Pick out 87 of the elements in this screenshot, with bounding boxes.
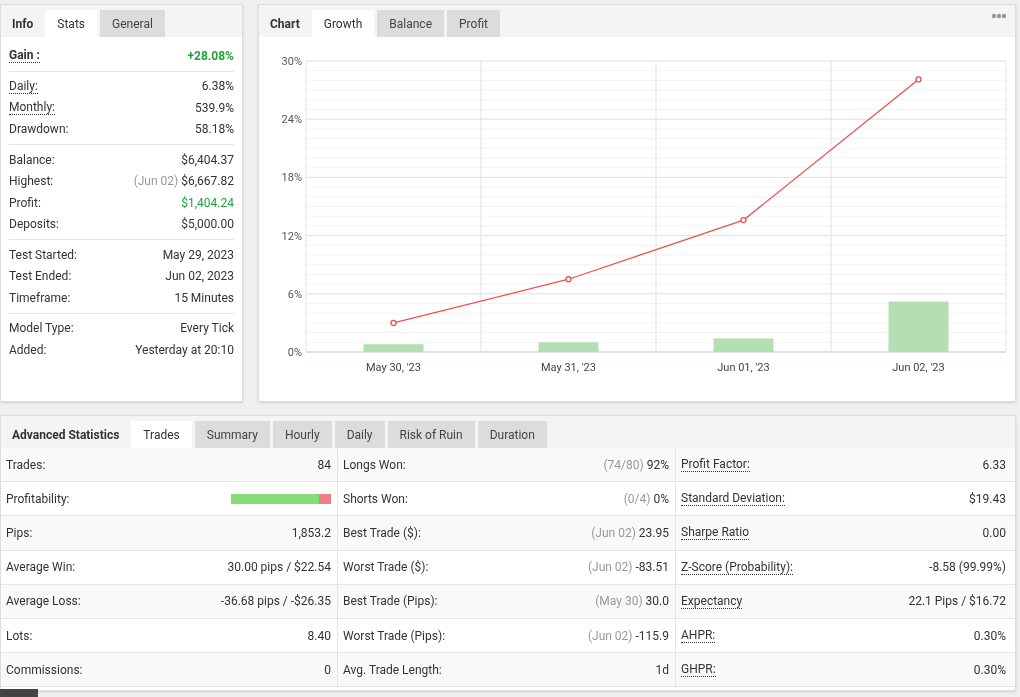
stat-label: Gain : [9,48,40,64]
stat-label: Balance: [9,151,55,169]
stat-value: 30.00 pips / $22.54 [227,559,331,577]
y-tick-label: 24% [281,113,302,127]
stat-value: Yesterday at 20:10 [135,341,234,359]
stat-value: -8.58 (99.99%) [929,559,1006,577]
stat-label: Model Type: [9,320,74,338]
stat-label: Profit Factor: [681,457,750,473]
date-note: (74/80) [603,456,644,474]
stat-label: Test Ended: [9,268,72,286]
stat-label: Shorts Won: [343,490,408,508]
panel-title: Chart [269,16,301,33]
stat-value: Jun 02, 2023 [165,268,234,286]
stat-value: 1,853.2 [291,524,331,542]
stat-label: Average Win: [6,559,76,577]
panel-title: Info [11,16,35,33]
stat-label: Profitability: [6,490,70,508]
stat-label: Longs Won: [343,456,406,474]
panel-title: Advanced Statistics [11,427,121,444]
stat-value: 0.30% [973,627,1006,645]
stat-value: 15 Minutes [174,289,234,307]
stat-label: Deposits: [9,216,59,234]
y-tick-label: 0% [287,346,302,359]
stat-value: -36.68 pips / -$26.35 [220,593,331,611]
date-note: (Jun 02) [587,627,633,645]
stat-value: 539.9% [195,99,234,117]
stat-value: $6,667.82 [181,173,234,191]
y-tick-label: 12% [281,229,302,243]
stat-value: +28.08% [187,47,234,65]
stat-label: Lots: [6,627,33,645]
stat-value: 0.30% [973,661,1006,679]
stat-label: Highest: [9,173,54,191]
stat-label: Added: [9,341,47,359]
stat-value: 8.40 [307,627,331,645]
date-note: (Jun 02) [587,559,633,577]
stat-label: Worst Trade ($): [343,559,429,577]
stat-label: Average Loss: [6,593,81,611]
stat-value: 58.18% [195,121,234,139]
stat-value: -83.51 [635,559,669,577]
stat-label: Commissions: [6,661,83,679]
stat-label: Daily: [9,78,38,94]
stat-label: Standard Deviation: [681,491,785,507]
stat-label: Avg. Trade Length: [343,661,442,679]
date-note: (Jun 02) [133,173,179,191]
y-tick-label: 18% [281,171,302,185]
x-tick-label: May 31, '23 [541,361,596,374]
x-tick-label: Jun 01, '23 [717,361,770,374]
stat-value: 0 [324,661,331,679]
stat-value: 0% [653,490,669,508]
stat-label: Trades: [6,456,46,474]
stat-label: Z-Score (Probability): [681,559,793,575]
date-note: (Jun 02) [591,524,636,542]
stat-label: Drawdown: [9,121,69,139]
y-tick-label: 30% [281,55,302,68]
stat-label: Timeframe: [9,289,71,307]
stat-value: $19.43 [969,490,1006,508]
stat-value: 22.1 Pips / $16.72 [908,593,1006,611]
stat-value: May 29, 2023 [162,246,234,264]
stat-value: 6.33 [982,456,1006,474]
stat-value: 1d [655,661,669,679]
stat-value: $5,000.00 [181,216,234,234]
x-tick-label: Jun 02, '23 [892,361,945,374]
stat-value: $6,404.37 [181,151,234,169]
stat-label: Pips: [6,524,33,542]
stat-value: 30.0 [645,593,669,611]
stat-value: 23.95 [638,524,669,542]
stat-value: 92% [646,456,669,474]
stat-label: Best Trade (Pips): [343,593,438,611]
stat-value: Every Tick [180,320,234,338]
stat-label: Worst Trade (Pips): [343,627,446,645]
stat-value: 84 [317,456,331,474]
date-note: (0/4) [623,490,651,508]
stat-value: -115.9 [635,627,669,645]
stat-label: GHPR: [681,662,716,678]
stat-value: $1,404.24 [181,194,234,212]
stat-label: Best Trade ($): [343,524,421,542]
y-tick-label: 6% [287,287,302,301]
stat-label: Monthly: [9,100,55,116]
stat-label: Test Started: [9,246,77,264]
stat-label: Expectancy [681,593,743,609]
date-note: (May 30) [595,593,643,611]
stat-value: 0.00 [982,524,1006,542]
stat-label: AHPR: [681,628,716,644]
stat-label: Profit: [9,194,41,212]
x-tick-label: May 30, '23 [366,361,421,374]
stat-label: Sharpe Ratio [681,525,749,541]
stat-value: 6.38% [201,78,234,96]
